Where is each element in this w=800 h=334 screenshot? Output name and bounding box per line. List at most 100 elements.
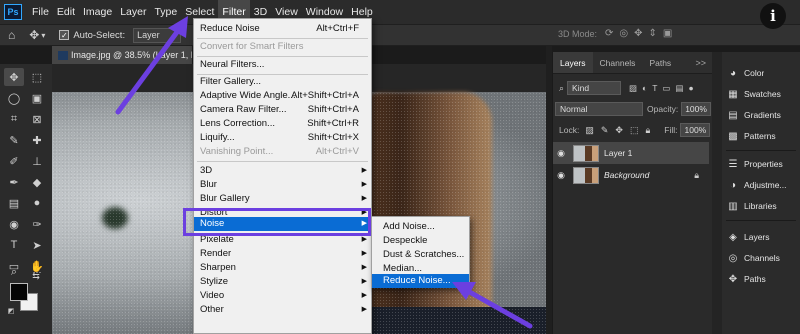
auto-select-checkbox[interactable]: ✓	[59, 30, 70, 40]
annotation-highlight-box	[183, 208, 371, 236]
blur-tool-icon[interactable]: ●	[27, 194, 47, 212]
tool-preset-chevron-icon[interactable]: ▾	[41, 31, 45, 40]
panel-label: Gradients	[744, 110, 781, 120]
menu-item-camera-raw-filter[interactable]: Camera Raw Filter... Shift+Ctrl+A	[194, 103, 371, 117]
panel-properties[interactable]: ☰ Properties	[722, 155, 800, 173]
type-tool-icon[interactable]: T	[4, 236, 24, 254]
menu-layer[interactable]: Layer	[116, 0, 150, 24]
menu-item-sharpen[interactable]: Sharpen ▶	[194, 261, 371, 275]
smart-object-filter-icon[interactable]: ▤	[675, 83, 683, 94]
menu-item-reduce-noise-last[interactable]: Reduce Noise Alt+Ctrl+F	[194, 22, 371, 36]
gradient-tool-icon[interactable]: ▤	[4, 194, 24, 212]
menu-item-filter-gallery[interactable]: Filter Gallery...	[194, 75, 371, 89]
menu-type[interactable]: Type	[150, 0, 181, 24]
pan-3d-icon[interactable]: ✥	[634, 28, 642, 39]
panel-adjustments[interactable]: ◑ Adjustme...	[722, 176, 800, 194]
artboard-tool-icon[interactable]: ⬚	[27, 68, 47, 86]
slide-3d-icon[interactable]: ⇕	[649, 28, 657, 39]
submenu-item-add-noise[interactable]: Add Noise...	[372, 220, 469, 234]
fill-input[interactable]: 100%	[680, 123, 711, 137]
panel-libraries[interactable]: ▥ Libraries	[722, 197, 800, 215]
layer-kind-filter-select[interactable]: Kind	[567, 81, 622, 95]
menu-image[interactable]: Image	[79, 0, 116, 24]
lock-transparency-icon[interactable]: ▨	[585, 125, 594, 136]
panel-color[interactable]: ◕ Color	[722, 64, 800, 82]
artboard-nesting-icon[interactable]: ⬚	[630, 125, 639, 136]
move-tool-icon[interactable]: ✥	[4, 68, 24, 86]
menu-item-video[interactable]: Video ▶	[194, 289, 371, 303]
tab-paths[interactable]: Paths	[642, 52, 678, 73]
visibility-eye-icon[interactable]: ◉	[553, 148, 569, 159]
menu-item-neural-filters[interactable]: Neural Filters...	[194, 58, 371, 72]
eyedropper-tool-icon[interactable]: ✎	[4, 131, 24, 149]
lock-position-icon[interactable]: ✥	[615, 125, 623, 136]
submenu-item-despeckle[interactable]: Despeckle	[372, 234, 469, 248]
home-icon[interactable]: ⌂	[8, 28, 15, 42]
menu-item-shortcut: Alt+Shift+Ctrl+A	[291, 90, 359, 101]
pixel-filter-icon[interactable]: ▨	[629, 83, 637, 94]
menu-item-stylize[interactable]: Stylize ▶	[194, 275, 371, 289]
dodge-tool-icon[interactable]: ◉	[4, 215, 24, 233]
panel-patterns[interactable]: ▩ Patterns	[722, 127, 800, 145]
default-colors-icon[interactable]: ◩	[6, 306, 16, 316]
menu-edit[interactable]: Edit	[53, 0, 79, 24]
menu-item-adaptive-wide-angle[interactable]: Adaptive Wide Angle... Alt+Shift+Ctrl+A	[194, 89, 371, 103]
info-icon[interactable]: i	[760, 3, 786, 29]
visibility-eye-icon[interactable]: ◉	[553, 170, 569, 181]
roll-3d-icon[interactable]: ◎	[619, 28, 628, 39]
panel-swatches[interactable]: ▦ Swatches	[722, 85, 800, 103]
crop-tool-icon[interactable]: ⌗	[4, 110, 24, 128]
menu-item-liquify[interactable]: Liquify... Shift+Ctrl+X	[194, 131, 371, 145]
adjustment-filter-icon[interactable]: ◐	[642, 83, 647, 94]
panel-label: Channels	[744, 253, 780, 263]
menu-file[interactable]: File	[28, 0, 53, 24]
swatches-icon: ▦	[728, 88, 738, 100]
submenu-arrow-icon: ▶	[361, 195, 367, 202]
menu-item-render[interactable]: Render ▶	[194, 247, 371, 261]
panel-channels[interactable]: ◎ Channels	[722, 249, 800, 267]
layer-row-layer-1[interactable]: ◉ Layer 1	[553, 142, 709, 164]
menu-item-label: Neural Filters...	[200, 59, 265, 70]
shape-filter-icon[interactable]: ▭	[662, 83, 670, 94]
edit-toolbar-icon[interactable]: ⋯	[27, 263, 47, 281]
history-brush-tool-icon[interactable]: ✒	[4, 173, 24, 191]
frame-tool-icon[interactable]: ⊠	[27, 110, 47, 128]
menu-item-other[interactable]: Other ▶	[194, 303, 371, 317]
path-selection-tool-icon[interactable]: ➤	[27, 236, 47, 254]
tab-layers[interactable]: Layers	[553, 52, 593, 73]
opacity-input[interactable]: 100%	[681, 102, 712, 116]
panel-collapse-icon[interactable]: >>	[695, 52, 712, 73]
submenu-item-reduce-noise[interactable]: Reduce Noise...	[372, 274, 469, 288]
foreground-color-swatch[interactable]	[10, 283, 28, 301]
menu-item-3d[interactable]: 3D ▶	[194, 164, 371, 178]
pen-tool-icon[interactable]: ✑	[27, 215, 47, 233]
blend-mode-select[interactable]: Normal	[555, 102, 643, 116]
type-filter-icon[interactable]: T	[652, 83, 657, 94]
healing-brush-tool-icon[interactable]: ✚	[27, 131, 47, 149]
layer-row-background[interactable]: ◉ Background 🔒︎	[553, 164, 709, 186]
menu-item-blur[interactable]: Blur ▶	[194, 178, 371, 192]
lock-all-icon[interactable]: 🔒︎	[645, 125, 650, 136]
document-tab[interactable]: Image.jpg @ 38.5% (Layer 1, R	[52, 46, 192, 64]
lasso-tool-icon[interactable]: ◯	[4, 89, 24, 107]
menu-item-lens-correction[interactable]: Lens Correction... Shift+Ctrl+R	[194, 117, 371, 131]
move-tool-icon[interactable]: ✥	[29, 28, 39, 42]
panel-layers[interactable]: ◈ Layers	[722, 228, 800, 246]
menu-item-blur-gallery[interactable]: Blur Gallery ▶	[194, 192, 371, 206]
lock-image-icon[interactable]: ✎	[601, 125, 609, 136]
tab-channels[interactable]: Channels	[593, 52, 643, 73]
eraser-tool-icon[interactable]: ◆	[27, 173, 47, 191]
brush-tool-icon[interactable]: ✐	[4, 152, 24, 170]
scale-3d-icon[interactable]: ▣	[663, 28, 672, 39]
submenu-item-dust-scratches[interactable]: Dust & Scratches...	[372, 248, 469, 262]
panel-gradients[interactable]: ▤ Gradients	[722, 106, 800, 124]
menu-item-label: Adaptive Wide Angle...	[200, 90, 296, 101]
zoom-tool-icon[interactable]: ⌕	[4, 263, 24, 281]
clone-stamp-tool-icon[interactable]: ⊥	[27, 152, 47, 170]
orbit-3d-icon[interactable]: ⟳	[605, 28, 613, 39]
filter-toggle-icon[interactable]: ●	[688, 83, 693, 94]
panel-paths[interactable]: ✥ Paths	[722, 270, 800, 288]
auto-select-target-select[interactable]: Layer	[133, 27, 182, 43]
layer-filter-icons: ▨ ◐ T ▭ ▤ ●	[629, 83, 694, 94]
object-selection-tool-icon[interactable]: ▣	[27, 89, 47, 107]
